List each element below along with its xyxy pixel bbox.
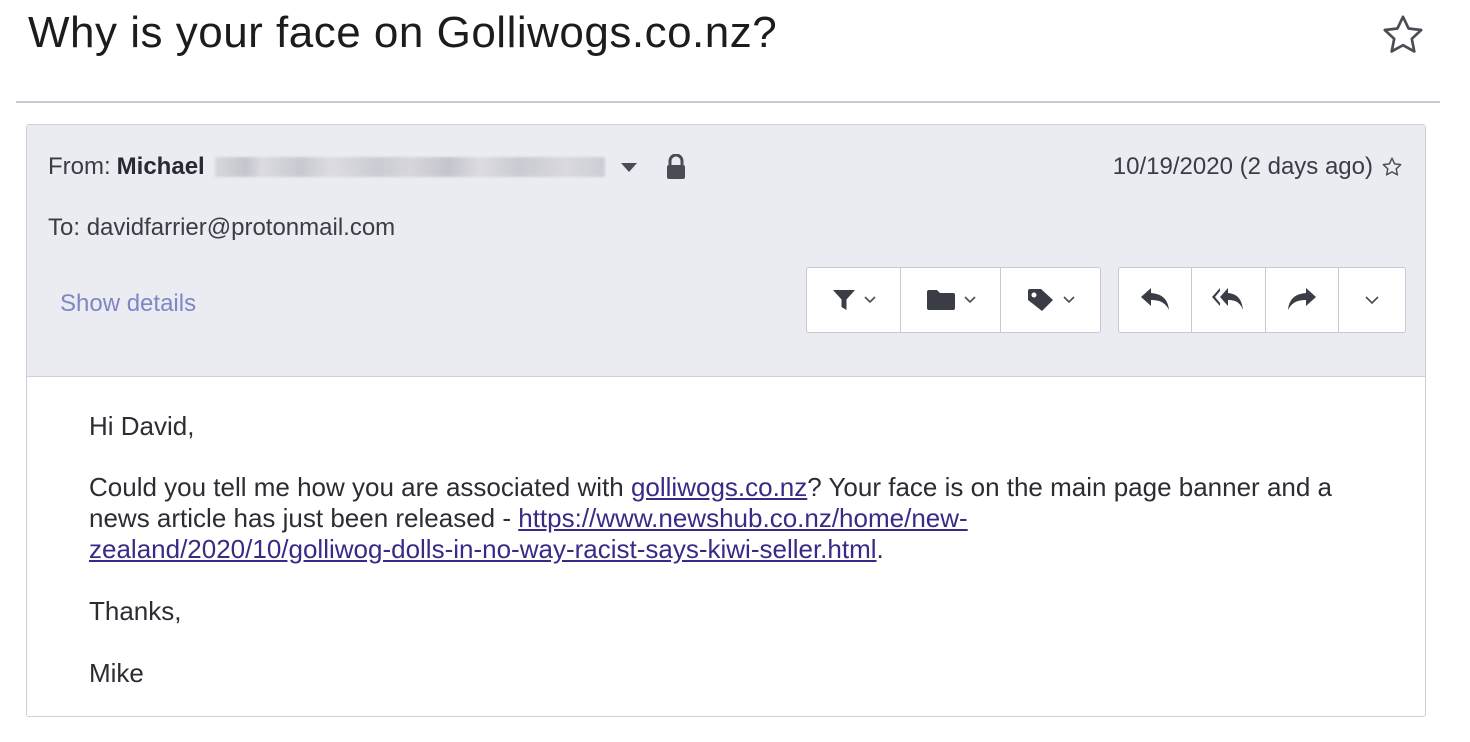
recipient-row: To: davidfarrier@protonmail.com — [48, 214, 395, 242]
sender-address-redacted — [214, 157, 605, 177]
reply-icon — [1140, 288, 1169, 310]
closing: Thanks, — [89, 596, 182, 626]
folder-icon — [926, 290, 955, 310]
golliwogs-link[interactable]: golliwogs.co.nz — [631, 472, 807, 502]
subject-divider — [16, 101, 1440, 103]
tag-icon — [1027, 289, 1053, 311]
chevron-down-icon[interactable] — [620, 162, 637, 172]
message-actions-group-1 — [806, 267, 1101, 333]
star-icon[interactable] — [1380, 12, 1426, 58]
chevron-down-icon — [1062, 296, 1075, 304]
signature: Mike — [89, 658, 144, 688]
message-date: 10/19/2020 (2 days ago) — [1112, 153, 1373, 180]
body-text: . — [876, 534, 884, 564]
reply-button[interactable] — [1119, 268, 1192, 332]
message-actions-group-2 — [1118, 267, 1406, 333]
lock-icon[interactable] — [665, 154, 687, 180]
email-subject: Why is your face on Golliwogs.co.nz? — [28, 8, 778, 57]
star-icon[interactable] — [1381, 156, 1403, 178]
chevron-down-icon — [863, 296, 876, 304]
label-button[interactable] — [1001, 268, 1100, 332]
newshub-article-link[interactable]: https://www.newshub.co.nz/home/new- — [518, 503, 967, 533]
sender-name[interactable]: Michael — [117, 153, 205, 181]
to-label: To: — [48, 214, 81, 241]
greeting: Hi David, — [89, 411, 195, 441]
chevron-down-icon — [963, 296, 976, 304]
body-paragraph: Could you tell me how you are associated… — [89, 472, 1379, 565]
message-card: From: Michael 10/19/2020 (2 days ago) To… — [26, 124, 1426, 717]
newshub-article-link-continued[interactable]: zealand/2020/10/golliwog-dolls-in-no-way… — [89, 534, 877, 564]
forward-icon — [1288, 288, 1317, 310]
forward-button[interactable] — [1266, 268, 1340, 332]
filter-icon — [832, 290, 855, 310]
reply-all-button[interactable] — [1192, 268, 1266, 332]
show-details-link[interactable]: Show details — [60, 290, 196, 318]
body-text: Could you tell me how you are associated… — [89, 472, 631, 502]
filter-button[interactable] — [807, 268, 901, 332]
from-label: From: — [48, 153, 111, 180]
move-to-folder-button[interactable] — [901, 268, 1001, 332]
recipient-address[interactable]: davidfarrier@protonmail.com — [87, 214, 395, 241]
more-actions-button[interactable] — [1339, 268, 1405, 332]
reply-all-icon — [1212, 288, 1244, 310]
message-header: From: Michael 10/19/2020 (2 days ago) To… — [27, 125, 1425, 377]
sender-row: From: Michael — [48, 153, 687, 181]
message-date-row: 10/19/2020 (2 days ago) — [1113, 153, 1403, 181]
message-body: Hi David, Could you tell me how you are … — [89, 411, 1379, 689]
chevron-down-icon — [1365, 295, 1379, 304]
